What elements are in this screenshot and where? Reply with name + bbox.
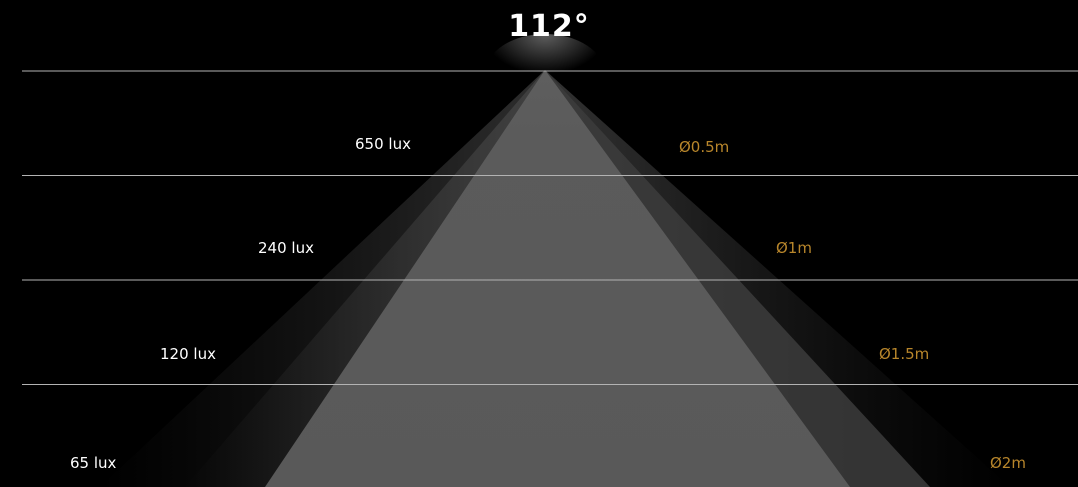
- diameter-label-4: Ø2m: [990, 454, 1026, 472]
- diameter-label-1: Ø0.5m: [679, 138, 730, 156]
- lux-label-4: 65 lux: [70, 454, 117, 472]
- diameter-label-3: Ø1.5m: [879, 345, 930, 363]
- lux-label-1: 650 lux: [355, 135, 411, 153]
- beam-cone-graphic: [22, 34, 1078, 487]
- beam-angle-title: 112°: [508, 9, 590, 44]
- beam-diagram: 112° 650 lux 240 lux 120 lux 65 lux Ø0.5…: [0, 0, 1078, 487]
- lux-label-2: 240 lux: [258, 239, 314, 257]
- diameter-label-2: Ø1m: [776, 239, 812, 257]
- lux-label-3: 120 lux: [160, 345, 216, 363]
- beam-apex-glow: [485, 34, 605, 114]
